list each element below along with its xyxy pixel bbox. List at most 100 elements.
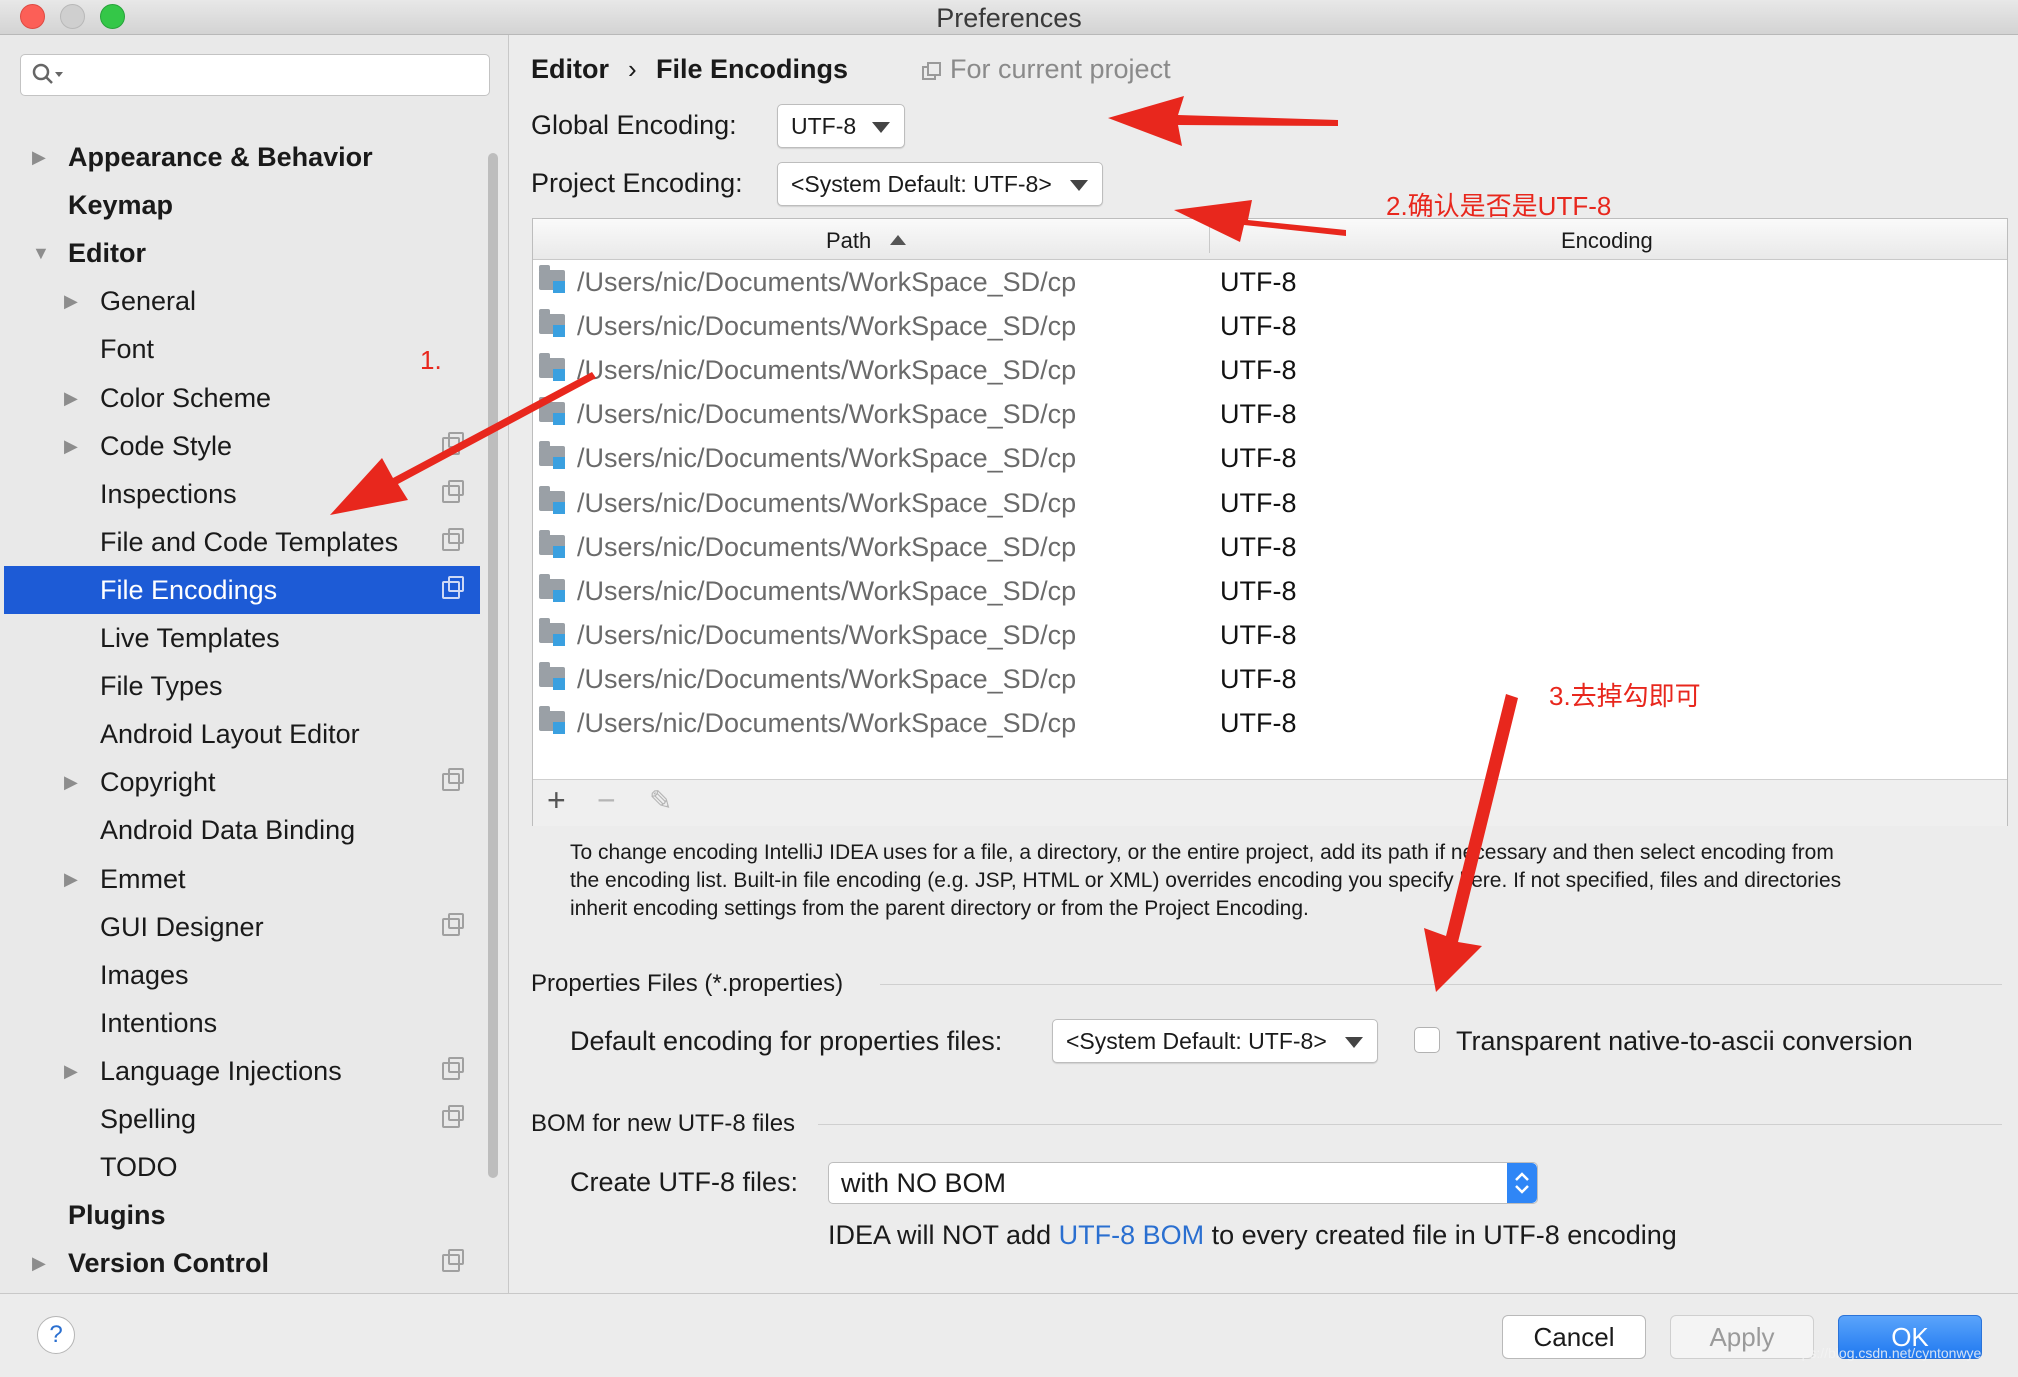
sidebar-item-label: Language Injections bbox=[100, 1055, 342, 1086]
sidebar-item-live-templates[interactable]: Live Templates bbox=[4, 614, 480, 662]
row-encoding[interactable]: UTF-8 bbox=[1220, 569, 1297, 613]
row-encoding[interactable]: UTF-8 bbox=[1220, 436, 1297, 480]
folder-icon bbox=[539, 706, 565, 734]
chevron-right-icon[interactable]: ▶ bbox=[64, 422, 78, 470]
help-button[interactable]: ? bbox=[37, 1316, 75, 1354]
table-row[interactable]: /Users/nic/Documents/WorkSpace_SD/cproje… bbox=[533, 701, 2007, 745]
sidebar-item-label: Intentions bbox=[100, 1007, 218, 1038]
table-row[interactable]: /Users/nic/Documents/WorkSpace_SD/cproje… bbox=[533, 657, 2007, 701]
sidebar-item-todo[interactable]: TODO bbox=[4, 1143, 480, 1191]
sidebar-item-intentions[interactable]: Intentions bbox=[4, 999, 480, 1047]
sidebar-item-keymap[interactable]: Keymap bbox=[4, 181, 480, 229]
sort-ascending-icon bbox=[890, 235, 906, 245]
chevron-right-icon[interactable]: ▶ bbox=[32, 1239, 46, 1287]
row-encoding[interactable]: UTF-8 bbox=[1220, 260, 1297, 304]
scope-label: For current project bbox=[950, 54, 1171, 84]
folder-icon bbox=[539, 397, 565, 426]
transparent-conversion-label: Transparent native-to-ascii conversion bbox=[1456, 1026, 1913, 1056]
row-path-dir: /Users/nic/Documents/WorkSpace_SD/cproje… bbox=[577, 575, 1077, 606]
edit-button[interactable]: ✎ bbox=[649, 784, 672, 817]
table-row[interactable]: /Users/nic/Documents/WorkSpace_SD/cproje… bbox=[533, 348, 2007, 392]
table-row[interactable]: /Users/nic/Documents/WorkSpace_SD/cproje… bbox=[533, 436, 2007, 480]
sidebar-item-file-and-code-templates[interactable]: File and Code Templates bbox=[4, 518, 480, 566]
sidebar-item-editor[interactable]: ▼ Editor bbox=[4, 229, 480, 277]
section-divider bbox=[818, 1124, 2002, 1125]
sidebar-item-plugins[interactable]: Plugins bbox=[4, 1191, 480, 1239]
remove-button[interactable]: − bbox=[597, 782, 616, 819]
sidebar-item-copyright[interactable]: ▶ Copyright bbox=[4, 758, 480, 806]
chevron-right-icon[interactable]: ▶ bbox=[64, 855, 78, 903]
sidebar-item-label: GUI Designer bbox=[100, 911, 264, 942]
sidebar-item-images[interactable]: Images bbox=[4, 951, 480, 999]
sidebar-item-font[interactable]: Font bbox=[4, 325, 480, 373]
add-button[interactable]: + bbox=[547, 782, 566, 819]
chevron-right-icon[interactable]: ▶ bbox=[64, 1047, 78, 1095]
sidebar-item-file-types[interactable]: File Types bbox=[4, 662, 480, 710]
chevron-right-icon[interactable]: ▶ bbox=[64, 277, 78, 325]
sidebar-item-label: Android Data Binding bbox=[100, 815, 356, 846]
sidebar-item-code-style[interactable]: ▶ Code Style bbox=[4, 422, 480, 470]
table-row[interactable]: /Users/nic/Documents/WorkSpace_SD/cproje… bbox=[533, 481, 2007, 525]
project-scope-icon bbox=[442, 768, 464, 792]
row-path: /Users/nic/Documents/WorkSpace_SD/cproje… bbox=[577, 569, 1077, 613]
utf8-bom-link[interactable]: UTF-8 BOM bbox=[1059, 1220, 1205, 1250]
sidebar-item-android-layout-editor[interactable]: Android Layout Editor bbox=[4, 710, 480, 758]
column-divider[interactable] bbox=[1209, 227, 1210, 253]
table-row[interactable]: /Users/nic/Documents/WorkSpace_SD/cproje… bbox=[533, 569, 2007, 613]
sidebar-item-color-scheme[interactable]: ▶ Color Scheme bbox=[4, 374, 480, 422]
file-encodings-table: Path Encoding /Users/nic/Documents/WorkS… bbox=[532, 218, 2008, 826]
create-utf8-label: Create UTF-8 files: bbox=[570, 1167, 799, 1197]
sidebar-item-general[interactable]: ▶ General bbox=[4, 277, 480, 325]
project-encoding-label: Project Encoding: bbox=[531, 168, 743, 198]
table-row[interactable]: /Users/nic/Documents/WorkSpace_SD/cproje… bbox=[533, 613, 2007, 657]
properties-encoding-combo[interactable]: <System Default: UTF-8> bbox=[1052, 1019, 1378, 1063]
row-encoding[interactable]: UTF-8 bbox=[1220, 304, 1297, 348]
cancel-button[interactable]: Cancel bbox=[1502, 1315, 1646, 1359]
table-row[interactable]: /Users/nic/Documents/WorkSpace_SD/cproje… bbox=[533, 392, 2007, 436]
row-encoding[interactable]: UTF-8 bbox=[1220, 525, 1297, 569]
row-path-dir: /Users/nic/Documents/WorkSpace_SD/cproje… bbox=[577, 267, 1077, 297]
sidebar-item-label: Plugins bbox=[68, 1200, 166, 1231]
sidebar-item-version-control[interactable]: ▶ Version Control bbox=[4, 1239, 480, 1287]
row-encoding[interactable]: UTF-8 bbox=[1220, 657, 1297, 701]
transparent-conversion-checkbox[interactable] bbox=[1414, 1027, 1440, 1053]
sidebar-item-gui-designer[interactable]: GUI Designer bbox=[4, 903, 480, 951]
create-utf8-select[interactable]: with NO BOM bbox=[828, 1162, 1538, 1204]
sidebar-scrollbar[interactable] bbox=[488, 153, 498, 1178]
table-row[interactable]: /Users/nic/Documents/WorkSpace_SD/cproje… bbox=[533, 525, 2007, 569]
sidebar-item-inspections[interactable]: Inspections bbox=[4, 470, 480, 518]
table-row[interactable]: /Users/nic/Documents/WorkSpace_SD/cproje… bbox=[533, 304, 2007, 348]
row-encoding[interactable]: UTF-8 bbox=[1220, 481, 1297, 525]
chevron-right-icon[interactable]: ▶ bbox=[32, 133, 46, 181]
sidebar-item-label: TODO bbox=[100, 1152, 178, 1183]
chevron-down-icon[interactable]: ▼ bbox=[32, 229, 50, 277]
breadcrumb-separator: › bbox=[628, 54, 637, 84]
row-path: /Users/nic/Documents/WorkSpace_SD/cproje… bbox=[577, 613, 1077, 657]
row-encoding[interactable]: UTF-8 bbox=[1220, 392, 1297, 436]
chevron-right-icon[interactable]: ▶ bbox=[64, 758, 78, 806]
sidebar-item-android-data-binding[interactable]: Android Data Binding bbox=[4, 806, 480, 854]
table-row[interactable]: /Users/nic/Documents/WorkSpace_SD/cproje… bbox=[533, 260, 2007, 304]
global-encoding-combo[interactable]: UTF-8 bbox=[777, 104, 905, 148]
row-path-dir: /Users/nic/Documents/WorkSpace_SD/cproje… bbox=[577, 487, 1077, 518]
row-encoding[interactable]: UTF-8 bbox=[1220, 701, 1297, 745]
project-encoding-combo[interactable]: <System Default: UTF-8> bbox=[777, 162, 1103, 206]
folder-icon bbox=[539, 353, 565, 382]
bom-section-title: BOM for new UTF-8 files bbox=[531, 1110, 796, 1137]
sidebar-item-file-encodings[interactable]: File Encodings bbox=[4, 565, 480, 614]
sidebar-item-spelling[interactable]: Spelling bbox=[4, 1095, 480, 1143]
row-path: /Users/nic/Documents/WorkSpace_SD/cproje… bbox=[577, 657, 1077, 701]
row-encoding[interactable]: UTF-8 bbox=[1220, 348, 1297, 392]
sidebar-item-emmet[interactable]: ▶ Emmet bbox=[4, 855, 480, 903]
row-encoding[interactable]: UTF-8 bbox=[1220, 613, 1297, 657]
sidebar-item-language-injections[interactable]: ▶ Language Injections bbox=[4, 1047, 480, 1095]
page-title: File Encodings bbox=[656, 54, 849, 84]
column-header-path[interactable]: Path bbox=[826, 228, 871, 254]
row-path-dir: /Users/nic/Documents/WorkSpace_SD/cproje… bbox=[577, 399, 1077, 430]
row-path: /Users/nic/Documents/WorkSpace_SD/cproje… bbox=[577, 304, 1077, 348]
chevron-down-icon bbox=[872, 122, 890, 133]
column-header-encoding[interactable]: Encoding bbox=[1561, 228, 1653, 254]
sidebar-item-appearance-behavior[interactable]: ▶ Appearance & Behavior bbox=[4, 133, 480, 181]
chevron-right-icon[interactable]: ▶ bbox=[64, 374, 78, 422]
settings-search-input[interactable] bbox=[20, 54, 490, 96]
